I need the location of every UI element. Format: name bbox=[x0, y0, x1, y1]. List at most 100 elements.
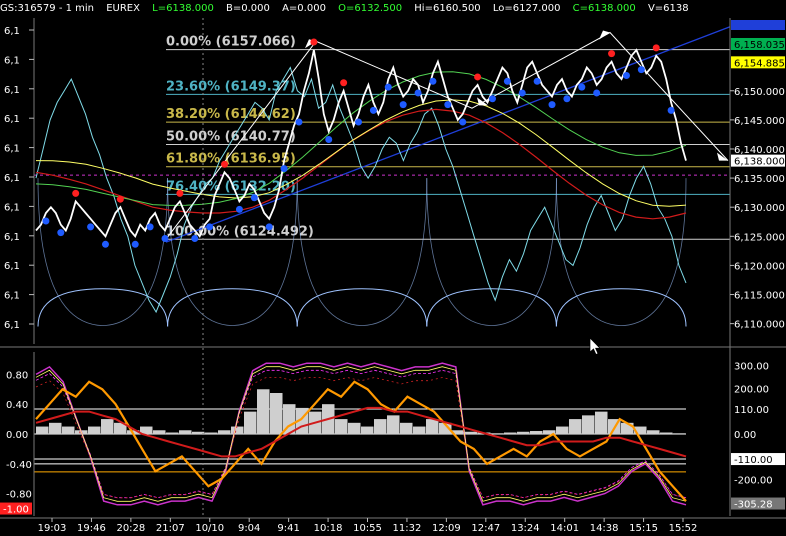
histogram-bar bbox=[361, 426, 374, 434]
fractal-down-dot bbox=[280, 165, 288, 173]
fractal-down-dot bbox=[429, 77, 437, 85]
fractal-down-dot bbox=[563, 95, 571, 103]
histogram-bar bbox=[244, 411, 257, 434]
histogram-bar bbox=[374, 419, 387, 434]
price-tick-label: 6,145.000 bbox=[734, 116, 785, 127]
price-tag-label: 6,138.000 bbox=[734, 157, 785, 168]
time-tick-label: 12:47 bbox=[471, 523, 500, 534]
osc-right-label: 0.00 bbox=[734, 430, 756, 441]
histogram-bar bbox=[530, 431, 543, 434]
left-tick-label: 6,1 bbox=[4, 320, 20, 331]
fractal-up-dot bbox=[310, 38, 318, 46]
price-tick-label: 6,120.000 bbox=[734, 261, 785, 272]
left-tick-label: 6,1 bbox=[4, 291, 20, 302]
fractal-down-dot bbox=[161, 234, 169, 242]
histogram-bar bbox=[257, 389, 270, 434]
histogram-bar bbox=[491, 433, 504, 434]
cycle-arc-upper bbox=[426, 178, 557, 327]
left-tick-label: 6,1 bbox=[4, 85, 20, 96]
time-tick-label: 10:18 bbox=[314, 523, 343, 534]
fractal-down-dot bbox=[667, 106, 675, 114]
fractal-down-dot bbox=[518, 89, 526, 97]
price-tick-label: 6,135.000 bbox=[734, 174, 785, 185]
time-tick-label: 14:01 bbox=[550, 523, 579, 534]
left-tick-label: 6,1 bbox=[4, 55, 20, 66]
price-tick-label: 6,150.000 bbox=[734, 87, 785, 98]
histogram-bar bbox=[179, 430, 192, 434]
cycle-arc-upper bbox=[37, 178, 168, 327]
histogram-bar bbox=[556, 426, 569, 434]
fib-label: 0.00% (6157.066) bbox=[166, 35, 296, 50]
time-tick-label: 15:52 bbox=[669, 523, 698, 534]
fractal-down-dot bbox=[191, 234, 199, 242]
chart-canvas[interactable]: 0.00% (6157.066)23.60% (6149.37)38.20% (… bbox=[0, 0, 786, 536]
time-tick-label: 19:46 bbox=[77, 523, 106, 534]
time-tick-label: 20:28 bbox=[116, 523, 145, 534]
fractal-down-dot bbox=[444, 101, 452, 109]
fractal-down-dot bbox=[637, 66, 645, 74]
fractal-up-dot bbox=[221, 160, 229, 168]
oscillator-panel[interactable] bbox=[34, 362, 687, 506]
fractal-down-dot bbox=[593, 89, 601, 97]
time-tick-label: 11:32 bbox=[393, 523, 422, 534]
fractal-down-dot bbox=[548, 101, 556, 109]
histogram-bar bbox=[62, 426, 75, 434]
fractal-down-dot bbox=[369, 106, 377, 114]
cycle-arc-upper bbox=[167, 178, 298, 327]
fractal-down-dot bbox=[414, 89, 422, 97]
fib-label: 38.20% (6144.62) bbox=[166, 107, 296, 122]
histogram-bar bbox=[348, 422, 361, 434]
histogram-bar bbox=[218, 430, 231, 434]
fractal-down-dot bbox=[87, 223, 95, 231]
fractal-down-dot bbox=[622, 71, 630, 79]
fractal-down-dot bbox=[42, 217, 50, 225]
price-panel[interactable]: 0.00% (6157.066)23.60% (6149.37)38.20% (… bbox=[34, 26, 731, 327]
fractal-up-dot bbox=[608, 50, 616, 58]
histogram-bar bbox=[660, 432, 673, 434]
osc-right-label: -200.00 bbox=[734, 476, 773, 487]
price-tick-label: 6,115.000 bbox=[734, 291, 785, 302]
fractal-down-dot bbox=[250, 194, 258, 202]
fractal-down-dot bbox=[146, 223, 154, 231]
time-tick-label: 12:09 bbox=[432, 523, 461, 534]
histogram-bar bbox=[335, 419, 348, 434]
left-tick-label: 6,1 bbox=[4, 26, 20, 37]
histogram-bar bbox=[426, 419, 439, 434]
histogram-bar bbox=[673, 433, 686, 434]
left-tick-label: 6,1 bbox=[4, 261, 20, 272]
left-tick-label: 6,1 bbox=[4, 114, 20, 125]
histogram-bar bbox=[270, 393, 283, 434]
histogram-bar bbox=[413, 426, 426, 434]
price-tag-bg bbox=[731, 20, 785, 30]
red-moving-average bbox=[35, 108, 687, 220]
histogram-bar bbox=[582, 415, 595, 434]
fractal-down-dot bbox=[206, 223, 214, 231]
fib-label: 100.00% (6124.492) bbox=[166, 224, 314, 239]
osc-left-label: -0.40 bbox=[6, 460, 32, 471]
histogram-bar bbox=[205, 432, 218, 434]
fractal-down-dot bbox=[459, 118, 467, 126]
time-tick-label: 13:24 bbox=[511, 523, 540, 534]
left-tick-label: 6,1 bbox=[4, 232, 20, 243]
histogram-bar bbox=[88, 426, 101, 434]
time-tick-label: 9:41 bbox=[277, 523, 299, 534]
osc-right-label: -110.00 bbox=[734, 455, 773, 466]
price-tag-label: 6,154.885 bbox=[734, 58, 785, 69]
fractal-up-dot bbox=[652, 44, 660, 52]
osc-right-label: 300.00 bbox=[734, 362, 769, 373]
left-tick-label: 6,1 bbox=[4, 144, 20, 155]
red-dashed-stochastic bbox=[35, 377, 687, 499]
fractal-up-dot bbox=[176, 189, 184, 197]
fractal-down-dot bbox=[488, 95, 496, 103]
histogram-bar bbox=[465, 431, 478, 434]
histogram-bar bbox=[101, 419, 114, 434]
fractal-down-dot bbox=[578, 83, 586, 91]
fractal-down-dot bbox=[503, 77, 511, 85]
time-tick-label: 10/10 bbox=[195, 523, 224, 534]
time-tick-label: 21:07 bbox=[156, 523, 185, 534]
fractal-down-dot bbox=[325, 136, 333, 144]
fractal-up-dot bbox=[116, 195, 124, 203]
price-tick-label: 6,125.000 bbox=[734, 232, 785, 243]
histogram-bar bbox=[36, 426, 49, 434]
osc-right-label: -305.28 bbox=[734, 500, 773, 511]
